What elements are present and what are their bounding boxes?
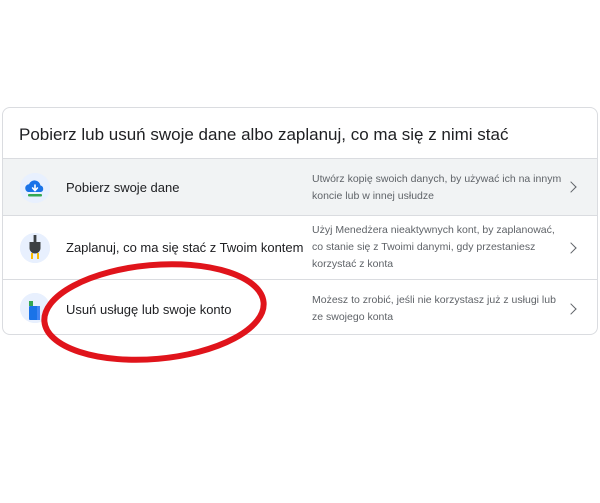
chevron-right-icon	[565, 181, 577, 193]
row-label-plan: Zaplanuj, co ma się stać z Twoim kontem	[66, 240, 304, 255]
download-delete-card: Pobierz lub usuń swoje dane albo zaplanu…	[2, 107, 598, 335]
cloud-download-icon	[20, 173, 50, 203]
chevron-right-icon	[565, 242, 577, 254]
row-download-data[interactable]: Pobierz swoje dane Utwórz kopię swoich d…	[3, 158, 597, 215]
row-delete-service[interactable]: Usuń usługę lub swoje konto Możesz to zr…	[3, 279, 597, 334]
card-title: Pobierz lub usuń swoje dane albo zaplanu…	[19, 125, 509, 144]
row-label-download: Pobierz swoje dane	[66, 180, 180, 195]
row-label-delete: Usuń usługę lub swoje konto	[66, 302, 232, 317]
delete-service-icon	[20, 293, 50, 323]
row-desc-delete: Możesz to zrobić, jeśli nie korzystasz j…	[312, 294, 556, 323]
row-desc-plan: Użyj Menedżera nieaktywnych kont, by zap…	[312, 224, 555, 270]
row-plan-account[interactable]: Zaplanuj, co ma się stać z Twoim kontem …	[3, 215, 597, 279]
chevron-right-icon	[565, 303, 577, 315]
power-plug-icon	[20, 233, 50, 263]
row-desc-download: Utwórz kopię swoich danych, by używać ic…	[312, 173, 562, 202]
